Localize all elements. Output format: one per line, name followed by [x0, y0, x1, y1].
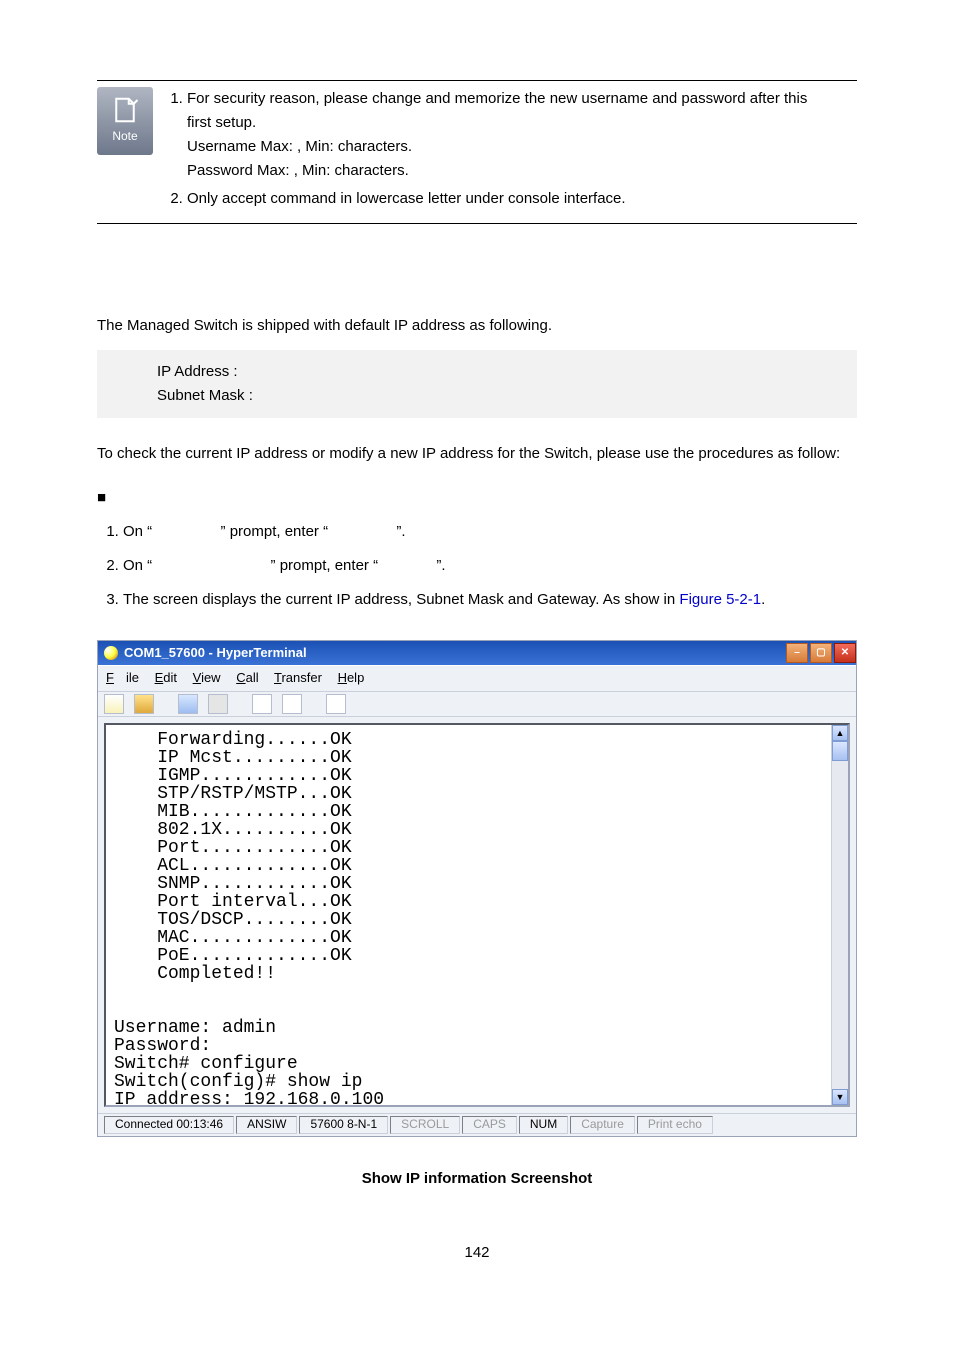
- scroll-thumb[interactable]: [832, 741, 848, 761]
- menu-call[interactable]: Call: [236, 670, 258, 685]
- figure-caption: Show IP information Screenshot: [97, 1167, 857, 1191]
- scrollbar[interactable]: ▲ ▼: [831, 725, 848, 1105]
- toolbar-properties-icon[interactable]: [326, 694, 346, 714]
- maximize-button[interactable]: ▢: [810, 643, 832, 663]
- ip-default-block: IP Address : Subnet Mask :: [97, 350, 857, 418]
- t: ”.: [436, 557, 445, 574]
- window-titlebar[interactable]: COM1_57600 - HyperTerminal – ▢ ✕: [98, 641, 856, 665]
- note-label: Note: [112, 127, 137, 146]
- note-text: For security reason, please change and m…: [187, 90, 807, 107]
- app-icon: [104, 646, 118, 660]
- t: ” prompt, enter “: [221, 523, 329, 540]
- note-item-1: For security reason, please change and m…: [187, 87, 857, 183]
- menu-help[interactable]: Help: [338, 670, 365, 685]
- menu-file[interactable]: File: [106, 670, 139, 685]
- menubar: File Edit View Call Transfer Help: [98, 665, 856, 692]
- note-doc-icon: [110, 95, 140, 125]
- note-text: Only accept command in lowercase letter …: [187, 190, 626, 207]
- check-line: To check the current IP address or modif…: [97, 442, 857, 466]
- t: The screen displays the current IP addre…: [123, 591, 679, 608]
- subnet-mask-label: Subnet Mask :: [157, 384, 847, 408]
- procedure-list: On “ ” prompt, enter “ ”. On “ ” prompt,…: [97, 520, 857, 612]
- status-emulation: ANSIW: [236, 1116, 297, 1134]
- intro-text: The Managed Switch is shipped with defau…: [97, 314, 857, 338]
- statusbar: Connected 00:13:46 ANSIW 57600 8-N-1 SCR…: [98, 1113, 856, 1136]
- ip-address-label: IP Address :: [157, 360, 847, 384]
- toolbar-open-icon[interactable]: [134, 694, 154, 714]
- terminal-area[interactable]: Forwarding......OK IP Mcst.........OK IG…: [104, 723, 850, 1107]
- hyperterminal-window: COM1_57600 - HyperTerminal – ▢ ✕ File Ed…: [97, 640, 857, 1137]
- note-text: first setup.: [187, 114, 256, 131]
- status-connected: Connected 00:13:46: [104, 1116, 234, 1134]
- page-number: 142: [97, 1241, 857, 1265]
- terminal-output: Forwarding......OK IP Mcst.........OK IG…: [106, 725, 831, 1105]
- note-password-line: Password Max: , Min: characters.: [187, 162, 409, 179]
- toolbar-send-icon[interactable]: [252, 694, 272, 714]
- t: ” prompt, enter “: [271, 557, 379, 574]
- toolbar-connect-icon[interactable]: [178, 694, 198, 714]
- t: On “: [123, 557, 152, 574]
- t: On “: [123, 523, 152, 540]
- figure-ref: Figure 5-2-1: [679, 591, 761, 608]
- menu-view[interactable]: View: [193, 670, 221, 685]
- close-button[interactable]: ✕: [834, 643, 856, 663]
- scroll-down-icon[interactable]: ▼: [832, 1089, 848, 1105]
- window-title: COM1_57600 - HyperTerminal: [124, 643, 307, 664]
- scroll-up-icon[interactable]: ▲: [832, 725, 848, 741]
- status-scroll: SCROLL: [390, 1116, 460, 1134]
- minimize-button[interactable]: –: [786, 643, 808, 663]
- procedure-step-3: The screen displays the current IP addre…: [123, 588, 857, 612]
- status-printecho: Print echo: [637, 1116, 713, 1134]
- menu-transfer[interactable]: Transfer: [274, 670, 322, 685]
- t: ”.: [396, 523, 405, 540]
- note-item-2: Only accept command in lowercase letter …: [187, 187, 857, 211]
- note-icon: Note: [97, 87, 153, 155]
- procedure-step-1: On “ ” prompt, enter “ ”.: [123, 520, 857, 544]
- status-capture: Capture: [570, 1116, 635, 1134]
- status-caps: CAPS: [462, 1116, 517, 1134]
- bullet-heading: ■: [97, 486, 857, 510]
- toolbar-receive-icon[interactable]: [282, 694, 302, 714]
- toolbar: [98, 692, 856, 717]
- note-list: For security reason, please change and m…: [187, 87, 857, 211]
- menu-edit[interactable]: Edit: [155, 670, 177, 685]
- procedure-step-2: On “ ” prompt, enter “ ”.: [123, 554, 857, 578]
- toolbar-disconnect-icon[interactable]: [208, 694, 228, 714]
- status-num: NUM: [519, 1116, 568, 1134]
- toolbar-new-icon[interactable]: [104, 694, 124, 714]
- status-params: 57600 8-N-1: [299, 1116, 388, 1134]
- t: .: [761, 591, 765, 608]
- note-username-line: Username Max: , Min: characters.: [187, 138, 412, 155]
